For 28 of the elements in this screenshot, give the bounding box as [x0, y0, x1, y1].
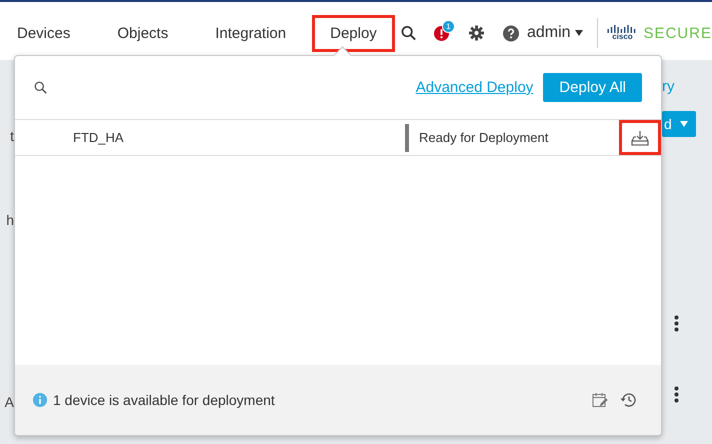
table-text: A	[4, 394, 14, 410]
user-menu[interactable]: admin	[526, 24, 583, 42]
search-icon[interactable]	[400, 25, 416, 41]
table-text: t	[10, 128, 14, 144]
caret-icon	[574, 30, 583, 36]
deploy-button[interactable]	[619, 120, 661, 155]
more-icon[interactable]	[674, 315, 679, 332]
nav-tab[interactable]: Deploy	[312, 14, 395, 52]
info-icon	[33, 393, 47, 407]
nav-tab[interactable]: Objects	[114, 14, 172, 52]
logo-text: cisco	[612, 33, 633, 41]
caret-icon	[680, 121, 688, 127]
logo-bars-icon	[607, 25, 638, 33]
download-icon	[631, 130, 649, 146]
more-icon[interactable]	[674, 386, 679, 403]
nav-tab[interactable]: Devices	[14, 14, 74, 52]
schedule-icon[interactable]	[592, 392, 608, 408]
search-icon[interactable]	[34, 81, 47, 94]
help-icon[interactable]	[502, 24, 519, 42]
nav-tab[interactable]: Integration	[212, 14, 290, 52]
history-icon[interactable]	[620, 392, 637, 408]
notification-badge: 1	[442, 20, 455, 32]
brand-name: SECURE	[643, 24, 712, 42]
table-text: h	[6, 212, 14, 228]
settings-icon[interactable]	[468, 25, 484, 41]
device-name: FTD_HA	[73, 130, 125, 145]
deployment-status: Ready for Deployment	[419, 130, 550, 145]
status-message: 1 device is available for deployment	[53, 392, 276, 408]
